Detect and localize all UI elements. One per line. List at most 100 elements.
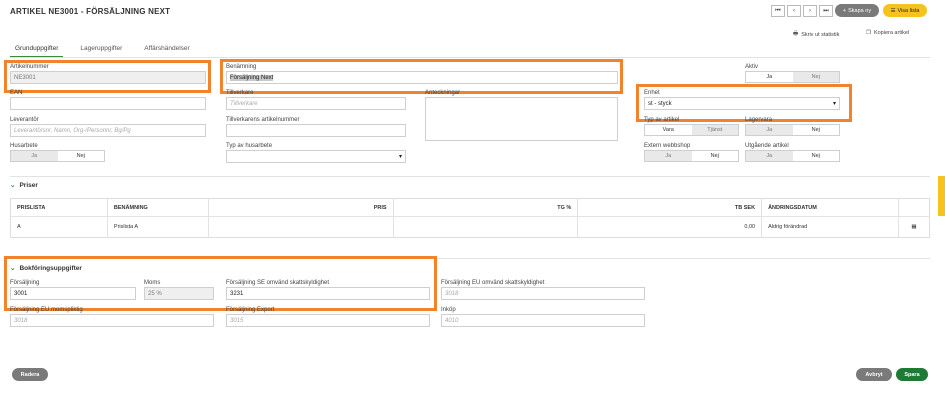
webbshop-ja[interactable]: Ja	[645, 151, 692, 161]
col-pris: PRIS	[207, 198, 394, 217]
tab-bar: Grunduppgifter Lageruppgifter Affärshänd…	[10, 44, 195, 58]
next-record-button[interactable]: ›	[803, 5, 817, 17]
forsaljning-export-field[interactable]: 3015	[226, 314, 430, 327]
forsaljning-se-omvand-label: Försäljning SE omvänd skattskyldighet	[226, 280, 330, 286]
typ-av-husarbete-label: Typ av husarbete	[226, 143, 273, 149]
copy-icon: ❐	[866, 30, 871, 36]
cell-tg[interactable]	[392, 216, 578, 238]
typ-av-husarbete-select[interactable]: ▾	[226, 150, 406, 163]
extern-webbshop-label: Extern webbshop	[644, 143, 691, 149]
aktiv-toggle[interactable]: Ja Nej	[745, 71, 840, 83]
list-icon: ☰	[890, 7, 896, 14]
show-list-button[interactable]: ☰ Visa lista	[883, 4, 927, 17]
enhet-select[interactable]: st - styck ▾	[644, 97, 840, 110]
cancel-button[interactable]: Avbryt	[856, 368, 892, 381]
typ-av-artikel-label: Typ av artikel	[644, 117, 680, 123]
col-prislista: PRISLISTA	[10, 198, 108, 217]
cell-pris[interactable]	[207, 216, 394, 238]
artikelnummer-label: Artikelnummer	[10, 64, 49, 70]
table-row[interactable]: A Prislista A 0,00 Aldrig förändrad ▦	[11, 216, 930, 238]
forsaljning-se-omvand-field[interactable]: 3231	[226, 287, 430, 300]
priser-divider	[10, 176, 930, 177]
delete-button[interactable]: Radera	[12, 368, 48, 381]
chevron-down-icon: ▾	[398, 153, 402, 160]
save-button[interactable]: Spara	[896, 368, 928, 381]
artikelnummer-field[interactable]: NE3001	[10, 71, 206, 84]
create-new-button[interactable]: + Skapa ny	[835, 4, 879, 17]
printer-icon: 🖶	[793, 31, 799, 37]
lagervara-toggle[interactable]: Ja Nej	[745, 124, 840, 136]
aktiv-label: Aktiv	[745, 64, 759, 70]
aktiv-nej[interactable]: Nej	[792, 72, 839, 82]
lagervara-nej[interactable]: Nej	[792, 125, 839, 135]
benamning-label: Benämning	[226, 64, 257, 70]
leverantor-label: Leverantör	[10, 117, 39, 123]
chart-icon[interactable]: ▦	[897, 216, 930, 238]
tab-grunduppgifter[interactable]: Grunduppgifter	[10, 44, 64, 58]
typ-tjanst[interactable]: Tjänst	[691, 125, 738, 135]
utgaende-ja[interactable]: Ja	[746, 151, 793, 161]
cell-benamning: Prislista A	[106, 216, 209, 238]
forsaljning-export-label: Försäljning Export	[226, 307, 275, 313]
tillverkarens-artikelnummer-field[interactable]	[226, 124, 406, 137]
moms-label: Moms	[144, 280, 161, 286]
husarbete-ja[interactable]: Ja	[11, 151, 58, 161]
page-title: ARTIKEL NE3001 - FÖRSÄLJNING NEXT	[10, 7, 171, 16]
cell-andringsdatum: Aldrig förändrad	[761, 216, 899, 238]
tillverkarens-artikelnummer-label: Tillverkarens artikelnummer	[226, 117, 300, 123]
prev-record-button[interactable]: ‹	[787, 5, 801, 17]
last-record-button[interactable]: ⏭	[819, 5, 833, 17]
col-tb: TB SEK	[577, 198, 762, 217]
priser-section-header[interactable]: ⌄ Priser	[10, 181, 38, 190]
col-tg: TG %	[392, 198, 578, 217]
ean-label: EAN	[10, 90, 23, 96]
bokforing-section-header[interactable]: ⌄ Bokföringsuppgifter	[10, 264, 82, 273]
husarbete-toggle[interactable]: Ja Nej	[10, 150, 105, 162]
utgaende-artikel-toggle[interactable]: Ja Nej	[745, 150, 840, 162]
enhet-label: Enhet	[644, 90, 660, 96]
col-andringsdatum: ÄNDRINGSDATUM	[761, 198, 899, 217]
ean-field[interactable]	[10, 97, 206, 110]
typ-vara[interactable]: Vara	[645, 125, 692, 135]
tab-divider	[10, 57, 930, 58]
chevron-down-icon: ▾	[832, 100, 836, 107]
benamning-field[interactable]: Försäljning Next	[226, 71, 618, 84]
copy-article-link[interactable]: ❐ Kopiera artikel	[866, 30, 909, 36]
prices-table: PRISLISTA BENÄMNING PRIS TG % TB SEK ÄND…	[10, 198, 930, 238]
inkop-field[interactable]: 4010	[441, 314, 645, 327]
lagervara-ja[interactable]: Ja	[746, 125, 793, 135]
first-record-button[interactable]: ⏮	[771, 5, 785, 17]
leverantor-field[interactable]: Leverantörsnr, Namn, Org-/Personnr, Bg/P…	[10, 124, 206, 137]
cell-tb: 0,00	[577, 216, 762, 238]
anteckningar-textarea[interactable]	[425, 97, 618, 141]
anteckningar-label: Anteckningar	[425, 90, 461, 96]
typ-av-artikel-toggle[interactable]: Vara Tjänst	[644, 124, 739, 136]
inkop-label: Inköp	[441, 307, 456, 313]
moms-field[interactable]: 25 %	[144, 287, 214, 300]
side-panel-tab[interactable]	[938, 176, 945, 216]
print-statistics-link[interactable]: 🖶 Skriv ut statistik	[793, 30, 839, 39]
forsaljning-field[interactable]: 3001	[10, 287, 136, 300]
extern-webbshop-toggle[interactable]: Ja Nej	[644, 150, 739, 162]
plus-icon: +	[842, 7, 847, 14]
forsaljning-eu-omvand-field[interactable]: 3018	[441, 287, 645, 300]
husarbete-nej[interactable]: Nej	[57, 151, 104, 161]
forsaljning-eu-omvand-label: Försäljning EU omvänd skattskyldighet	[441, 280, 545, 286]
tab-lageruppgifter[interactable]: Lageruppgifter	[75, 44, 127, 58]
forsaljning-eu-momspliktig-field[interactable]: 3018	[10, 314, 214, 327]
col-benamning: BENÄMNING	[106, 198, 209, 217]
tillverkare-field[interactable]: Tillverkare	[226, 97, 406, 110]
tillverkare-label: Tillverkare	[226, 90, 254, 96]
chevron-down-icon: ⌄	[10, 265, 16, 272]
forsaljning-eu-momspliktig-label: Försäljning EU momspliktig	[10, 307, 83, 313]
table-header-row: PRISLISTA BENÄMNING PRIS TG % TB SEK ÄND…	[10, 198, 930, 217]
webbshop-nej[interactable]: Nej	[691, 151, 738, 161]
tab-affarshandelser[interactable]: Affärshändelser	[139, 44, 194, 58]
utgaende-artikel-label: Utgående artikel	[745, 143, 789, 149]
utgaende-nej[interactable]: Nej	[792, 151, 839, 161]
lagervara-label: Lagervara	[745, 117, 773, 123]
husarbete-label: Husarbete	[10, 143, 38, 149]
forsaljning-label: Försäljning	[10, 280, 40, 286]
cell-prislista: A	[17, 224, 21, 230]
aktiv-ja[interactable]: Ja	[746, 72, 793, 82]
